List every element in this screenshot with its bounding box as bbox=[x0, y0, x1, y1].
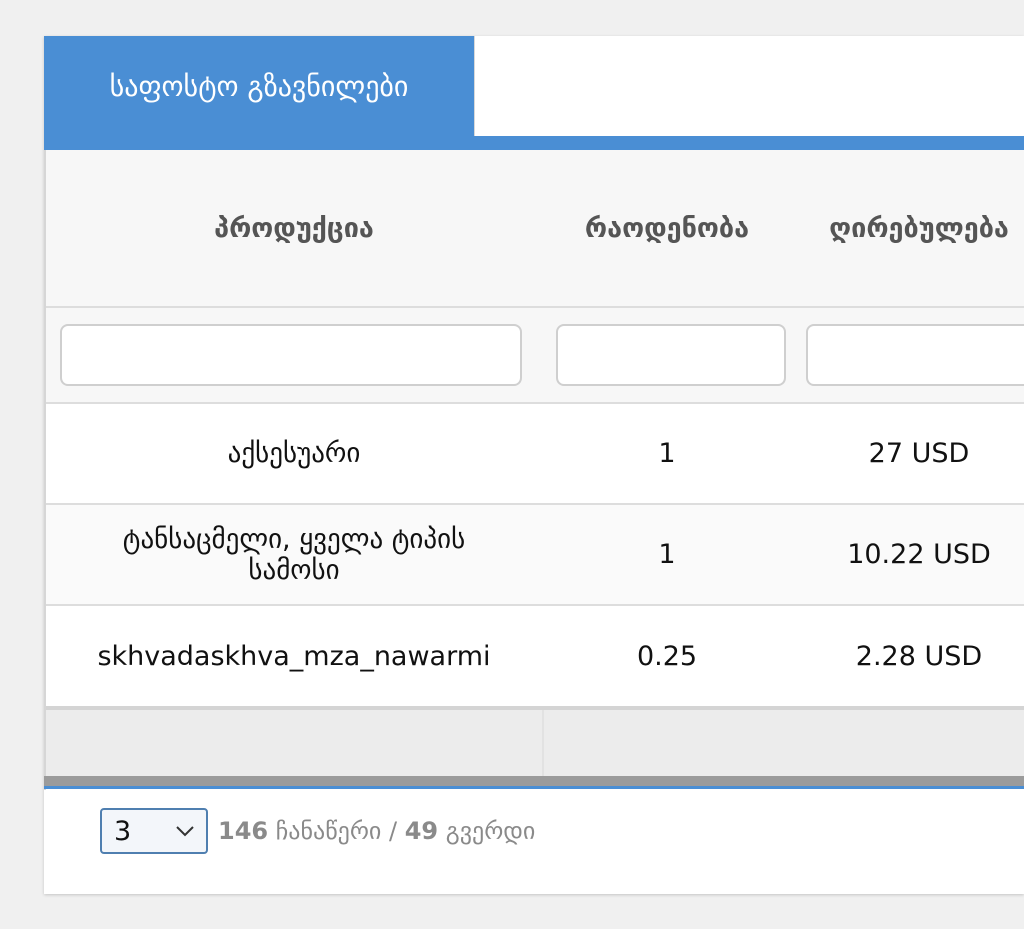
quantity-cell: 0.25 bbox=[636, 640, 698, 672]
column-header-product[interactable]: პროდუქცია bbox=[46, 150, 542, 306]
filter-row bbox=[46, 308, 1024, 404]
value-cell: 10.22 USD bbox=[847, 539, 991, 570]
product-cell: აქსესუარი bbox=[227, 438, 361, 469]
product-filter-input[interactable] bbox=[60, 324, 522, 386]
table-row[interactable]: აქსესუარი 1 27 USD bbox=[46, 404, 1024, 505]
page-size-select[interactable]: 3 bbox=[100, 808, 208, 854]
value-filter-input[interactable] bbox=[806, 324, 1024, 386]
table-footer bbox=[46, 706, 1024, 776]
shipments-panel: საფოსტო გზავნილები პროდუქცია რაოდენობა ღ… bbox=[44, 36, 1024, 894]
tab-postal-shipments[interactable]: საფოსტო გზავნილები bbox=[44, 36, 475, 136]
chevron-down-icon bbox=[176, 826, 194, 837]
table-row[interactable]: ტანსაცმელი, ყველა ტიპის სამოსი 1 10.22 U… bbox=[46, 505, 1024, 606]
page-size-value: 3 bbox=[114, 815, 132, 847]
quantity-cell: 1 bbox=[658, 539, 676, 570]
table-row[interactable]: skhvadaskhva_mza_nawarmi 0.25 2.28 USD bbox=[46, 606, 1024, 706]
column-header-value[interactable]: ღირებულება bbox=[792, 150, 1024, 306]
scrollbar-underline bbox=[44, 786, 1024, 789]
column-header-quantity[interactable]: რაოდენობა bbox=[542, 150, 792, 306]
horizontal-scrollbar[interactable] bbox=[44, 776, 1024, 786]
pagination-summary: 146 ჩანაწერი / 49 გვერდი bbox=[218, 817, 535, 845]
product-cell: ტანსაცმელი, ყველა ტიპის სამოსი bbox=[122, 523, 466, 586]
table-header: პროდუქცია რაოდენობა ღირებულება bbox=[46, 150, 1024, 308]
pages-count: 49 bbox=[404, 817, 439, 845]
column-divider bbox=[542, 710, 544, 776]
quantity-filter-input[interactable] bbox=[556, 324, 786, 386]
items-table: პროდუქცია რაოდენობა ღირებულება აქსესუარი… bbox=[44, 150, 1024, 790]
pagination: 3 146 ჩანაწერი / 49 გვერდი bbox=[100, 808, 535, 854]
value-cell: 2.28 USD bbox=[855, 640, 983, 672]
value-cell: 27 USD bbox=[868, 438, 970, 469]
tab-underline bbox=[44, 136, 1024, 150]
records-label: ჩანაწერი bbox=[275, 817, 382, 845]
pager-separator: / bbox=[388, 817, 398, 845]
pages-label: გვერდი bbox=[445, 817, 536, 845]
records-count: 146 bbox=[218, 817, 269, 845]
quantity-cell: 1 bbox=[658, 438, 676, 469]
tab-bar: საფოსტო გზავნილები bbox=[44, 36, 1024, 136]
product-cell: skhvadaskhva_mza_nawarmi bbox=[97, 640, 491, 672]
tab-label: საფოსტო გზავნილები bbox=[109, 69, 409, 103]
